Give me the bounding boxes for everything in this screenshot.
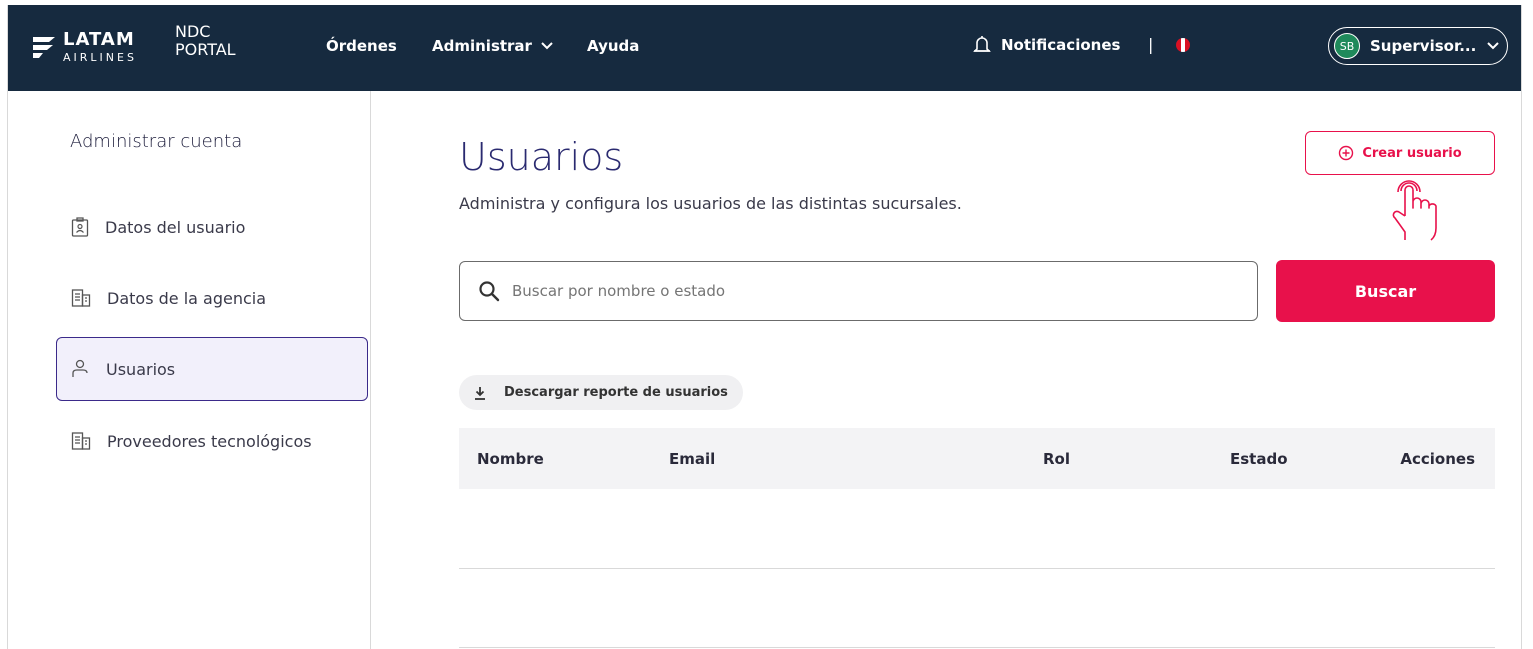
search-input[interactable] (512, 282, 1212, 300)
nav-ayuda[interactable]: Ayuda (587, 37, 639, 55)
peru-flag-icon[interactable] (1176, 38, 1190, 52)
user-menu-button[interactable]: SB Supervisor... (1328, 27, 1508, 65)
users-table-header: Nombre Email Rol Estado Acciones (459, 428, 1495, 489)
column-header-nombre: Nombre (477, 450, 544, 468)
sidebar-item-datos-agencia[interactable]: Datos de la agencia (56, 266, 368, 330)
avatar: SB (1334, 33, 1360, 59)
search-icon (479, 281, 500, 302)
chevron-down-icon (1487, 42, 1500, 50)
pointer-hand-icon (1392, 180, 1437, 241)
create-user-button[interactable]: Crear usuario (1305, 131, 1495, 175)
sidebar-item-proveedores[interactable]: Proveedores tecnológicos (56, 409, 368, 473)
logo-subbrand: AIRLINES (63, 51, 137, 64)
logo-brand: LATAM (63, 29, 135, 50)
bell-icon (973, 36, 991, 52)
column-header-email: Email (669, 450, 716, 468)
nav-ordenes[interactable]: Órdenes (326, 37, 397, 55)
latam-logo-mark-icon (31, 29, 59, 65)
column-header-acciones: Acciones (1400, 450, 1475, 468)
sidebar-title: Administrar cuenta (70, 131, 243, 152)
sidebar: Administrar cuenta Datos del usuario Dat… (8, 91, 371, 649)
page-subtitle: Administra y configura los usuarios de l… (459, 194, 962, 213)
search-button[interactable]: Buscar (1276, 260, 1495, 322)
sidebar-item-datos-usuario[interactable]: Datos del usuario (56, 195, 368, 259)
building-icon (71, 289, 91, 307)
building-icon (71, 432, 91, 450)
top-navigation-bar: LATAM AIRLINES NDC PORTAL Órdenes Admini… (8, 5, 1521, 91)
latam-logo[interactable]: LATAM AIRLINES (31, 29, 137, 65)
notifications-button[interactable]: Notificaciones (973, 35, 1120, 55)
table-row-divider (459, 568, 1495, 569)
id-badge-icon (71, 217, 89, 237)
download-report-button[interactable]: Descargar reporte de usuarios (459, 375, 743, 410)
download-icon (475, 386, 485, 400)
column-header-estado: Estado (1230, 450, 1288, 468)
header-separator: | (1148, 35, 1154, 54)
table-row-divider (459, 647, 1495, 648)
user-name: Supervisor... (1370, 37, 1477, 55)
chevron-down-icon (541, 42, 553, 50)
column-header-rol: Rol (1043, 450, 1070, 468)
nav-administrar[interactable]: Administrar (432, 37, 554, 55)
search-field[interactable] (459, 261, 1258, 321)
portal-name: NDC PORTAL (175, 22, 236, 59)
page-title: Usuarios (459, 135, 624, 179)
plus-circle-icon (1339, 145, 1354, 161)
user-icon (72, 359, 88, 377)
app-window: LATAM AIRLINES NDC PORTAL Órdenes Admini… (7, 5, 1522, 649)
sidebar-item-usuarios[interactable]: Usuarios (56, 337, 368, 401)
